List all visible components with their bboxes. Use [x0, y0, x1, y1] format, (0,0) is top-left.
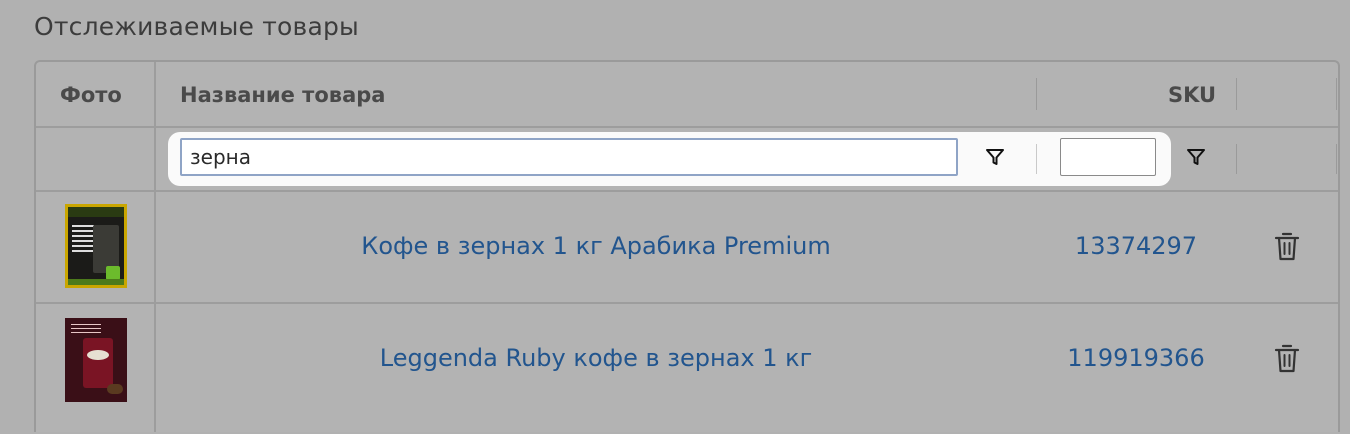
sku-filter-input[interactable] — [1060, 138, 1156, 176]
name-filter-input[interactable] — [180, 138, 958, 176]
delete-button[interactable] — [1272, 344, 1302, 374]
column-header-name[interactable]: Название товара — [180, 62, 385, 126]
header-separator — [1236, 78, 1237, 110]
name-filter-button[interactable] — [983, 145, 1007, 169]
product-thumbnail[interactable] — [65, 204, 127, 288]
filter-separator — [1336, 144, 1337, 174]
filter-separator — [1036, 144, 1037, 174]
column-header-sku[interactable]: SKU — [1168, 62, 1216, 126]
product-sku-link[interactable]: 119919366 — [1038, 344, 1234, 372]
table-row: Кофе в зернах 1 кг Арабика Premium 13374… — [36, 192, 1338, 304]
product-sku-link[interactable]: 13374297 — [1038, 232, 1234, 260]
tracked-products-grid: Фото Название товара SKU Кофе в зернах 1 — [34, 60, 1340, 432]
filter-icon — [1187, 149, 1205, 165]
product-thumbnail[interactable] — [65, 318, 127, 402]
filter-separator — [1236, 144, 1237, 174]
column-header-photo: Фото — [60, 83, 122, 107]
section-title: Отслеживаемые товары — [34, 12, 359, 41]
header-separator — [1036, 78, 1037, 110]
trash-icon — [1274, 344, 1300, 373]
grid-filter-row — [36, 128, 1338, 192]
sku-filter-button[interactable] — [1184, 145, 1208, 169]
product-name-link[interactable]: Кофе в зернах 1 кг Арабика Premium — [156, 232, 1036, 260]
trash-icon — [1274, 232, 1300, 261]
header-separator — [1336, 78, 1337, 110]
delete-button[interactable] — [1272, 232, 1302, 262]
table-row: Leggenda Ruby кофе в зернах 1 кг 1199193… — [36, 304, 1338, 434]
filter-icon — [986, 149, 1004, 165]
grid-header-row: Фото Название товара SKU — [36, 62, 1338, 128]
product-name-link[interactable]: Leggenda Ruby кофе в зернах 1 кг — [156, 344, 1036, 372]
